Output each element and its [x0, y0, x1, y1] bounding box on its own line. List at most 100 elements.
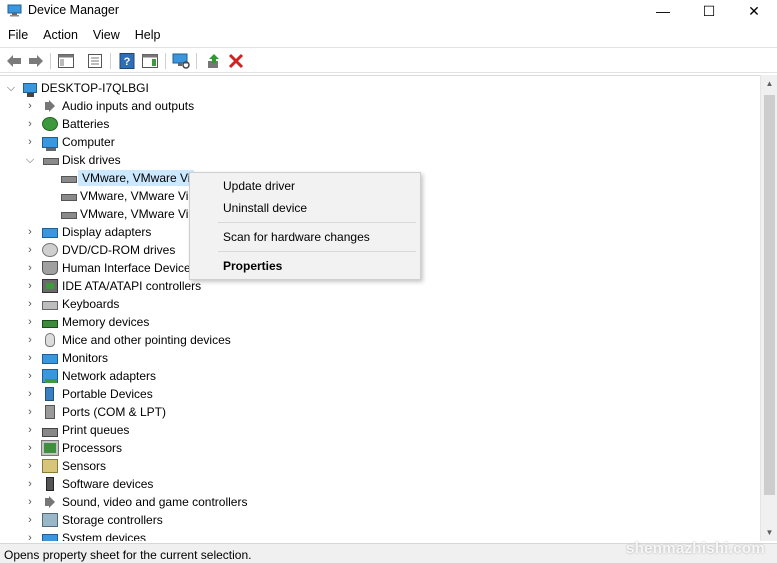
show-hide-console-tree-icon[interactable] [57, 52, 75, 70]
tree-item-display-adapters[interactable]: › Display adapters [24, 223, 151, 241]
vertical-scrollbar[interactable]: ▲ ▼ [760, 75, 777, 541]
chevron-right-icon[interactable]: › [24, 259, 36, 277]
tree-item-processors[interactable]: › Processors [24, 439, 122, 457]
action-pane-icon[interactable] [141, 52, 159, 70]
dvd-icon [42, 243, 58, 257]
monitor-icon [42, 354, 58, 364]
chevron-right-icon[interactable]: › [24, 349, 36, 367]
chevron-right-icon[interactable]: › [24, 295, 36, 313]
menu-view[interactable]: View [85, 25, 127, 45]
scan-hardware-icon[interactable] [172, 52, 190, 70]
forward-arrow-icon[interactable] [27, 52, 45, 70]
menu-file[interactable]: File [0, 25, 35, 45]
back-arrow-icon[interactable] [5, 52, 23, 70]
update-driver-icon[interactable] [205, 52, 223, 70]
tree-item-memory[interactable]: › Memory devices [24, 313, 149, 331]
disk-drive-icon [60, 189, 77, 203]
tree-item-network[interactable]: › Network adapters [24, 367, 156, 385]
port-icon [45, 405, 55, 419]
menu-action[interactable]: Action [35, 25, 85, 45]
toolbar-separator [50, 53, 51, 69]
tree-item-computer[interactable]: › Computer [24, 133, 115, 151]
chevron-right-icon[interactable]: › [24, 133, 36, 151]
tree-item-audio[interactable]: › Audio inputs and outputs [24, 97, 194, 115]
chevron-right-icon[interactable]: › [24, 529, 36, 541]
tree-item-monitors[interactable]: › Monitors [24, 349, 108, 367]
scroll-up-arrow-icon[interactable]: ▲ [761, 75, 777, 92]
chevron-right-icon[interactable]: › [24, 493, 36, 511]
menu-help[interactable]: Help [127, 25, 168, 45]
chevron-right-icon[interactable]: › [24, 475, 36, 493]
tree-item-disk-drives[interactable]: ⌵ Disk drives [24, 151, 121, 169]
minimize-button[interactable]: — [640, 0, 686, 22]
disk-drive-icon [60, 207, 77, 221]
chevron-down-icon[interactable]: ⌵ [24, 151, 36, 169]
window-title: Device Manager [28, 3, 120, 17]
tree-item-mice[interactable]: › Mice and other pointing devices [24, 331, 231, 349]
chevron-right-icon[interactable]: › [24, 511, 36, 529]
chevron-right-icon[interactable]: › [24, 115, 36, 133]
system-device-icon [42, 534, 58, 541]
tree-item-system-devices[interactable]: › System devices [24, 529, 146, 541]
menu-bar: File Action View Help [0, 25, 777, 45]
tree-item-sensors[interactable]: › Sensors [24, 457, 106, 475]
desktop-computer-icon [23, 83, 37, 97]
tree-item-label: Monitors [62, 351, 109, 365]
tree-item-keyboards[interactable]: › Keyboards [24, 295, 119, 313]
scrollbar-thumb[interactable] [764, 95, 775, 495]
uninstall-device-icon[interactable] [227, 52, 245, 70]
context-menu-separator [218, 222, 416, 223]
context-menu-scan-hardware[interactable]: Scan for hardware changes [223, 230, 370, 244]
device-tree[interactable]: ⌵ DESKTOP-I7QLBGI › Audio inputs and out… [0, 75, 760, 541]
context-menu-uninstall-device[interactable]: Uninstall device [223, 201, 307, 215]
context-menu-properties[interactable]: Properties [223, 259, 282, 273]
chevron-right-icon[interactable]: › [24, 403, 36, 421]
tree-item-disk-child-selected[interactable]: VMware, VMware Vi [52, 169, 195, 187]
chevron-right-icon[interactable]: › [24, 241, 36, 259]
chevron-right-icon[interactable]: › [24, 385, 36, 403]
chevron-down-icon[interactable]: ⌵ [5, 79, 17, 97]
chevron-right-icon[interactable]: › [24, 367, 36, 385]
tree-item-ide[interactable]: › IDE ATA/ATAPI controllers [24, 277, 201, 295]
tree-item-dvd[interactable]: › DVD/CD-ROM drives [24, 241, 175, 259]
sound-controller-icon [42, 495, 58, 509]
maximize-button[interactable]: ☐ [686, 0, 732, 22]
tree-item-software-devices[interactable]: › Software devices [24, 475, 153, 493]
chevron-right-icon[interactable]: › [24, 97, 36, 115]
close-button[interactable]: ✕ [731, 0, 777, 22]
help-icon[interactable]: ? [118, 52, 136, 70]
tree-item-label: IDE ATA/ATAPI controllers [62, 279, 202, 293]
tree-item-sound[interactable]: › Sound, video and game controllers [24, 493, 247, 511]
tree-item-ports[interactable]: › Ports (COM & LPT) [24, 403, 166, 421]
chevron-right-icon[interactable]: › [24, 223, 36, 241]
tree-item-label: Processors [62, 441, 123, 455]
tree-item-label: Keyboards [62, 297, 120, 311]
chevron-right-icon[interactable]: › [24, 421, 36, 439]
portable-device-icon [45, 387, 54, 401]
tree-item-label: Batteries [62, 117, 110, 131]
scroll-down-arrow-icon[interactable]: ▼ [761, 524, 777, 541]
tree-item-label: Human Interface Devices [62, 261, 197, 275]
tree-item-batteries[interactable]: › Batteries [24, 115, 109, 133]
tree-item-portable[interactable]: › Portable Devices [24, 385, 153, 403]
tree-item-label: Disk drives [62, 153, 121, 167]
chevron-right-icon[interactable]: › [24, 313, 36, 331]
svg-text:?: ? [124, 56, 131, 68]
computer-icon [42, 136, 58, 151]
chevron-right-icon[interactable]: › [24, 439, 36, 457]
tree-item-label: Sensors [62, 459, 107, 473]
chevron-right-icon[interactable]: › [24, 457, 36, 475]
tree-item-disk-child[interactable]: VMware, VMware Vi [52, 187, 188, 205]
context-menu-update-driver[interactable]: Update driver [223, 179, 295, 193]
tree-item-hid[interactable]: › Human Interface Devices [24, 259, 197, 277]
tree-item-print-queues[interactable]: › Print queues [24, 421, 129, 439]
properties-icon[interactable] [86, 52, 104, 70]
network-adapter-icon [42, 369, 58, 383]
toolbar-separator [165, 53, 166, 69]
chevron-right-icon[interactable]: › [24, 277, 36, 295]
tree-item-disk-child[interactable]: VMware, VMware Vi [52, 205, 188, 223]
chevron-right-icon[interactable]: › [24, 331, 36, 349]
toolbar: ? [0, 47, 777, 73]
tree-root[interactable]: ⌵ DESKTOP-I7QLBGI [5, 79, 149, 97]
tree-item-storage[interactable]: › Storage controllers [24, 511, 163, 529]
